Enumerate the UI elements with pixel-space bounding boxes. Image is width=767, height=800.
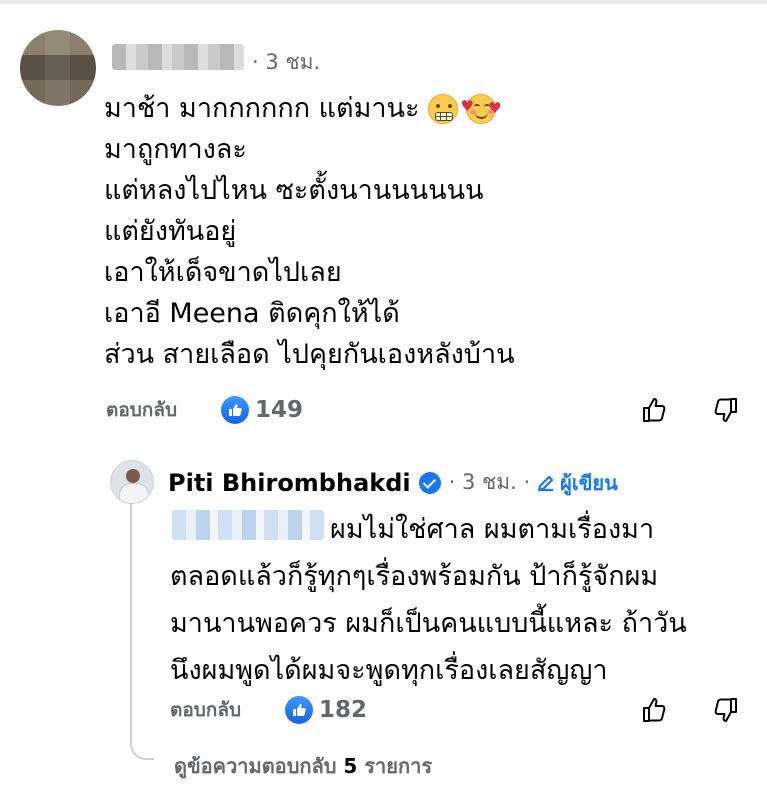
like-reaction-icon[interactable] (221, 396, 250, 424)
thumbs-down-icon[interactable] (710, 695, 740, 725)
comment-line: แต่หลงไปไหน ซะตั้งนานนนนนน (104, 170, 515, 211)
reply-body: ผมไม่ใช่ศาล ผมตามเรื่องมา ตลอดแล้วก็รู้ท… (170, 506, 687, 694)
comment-line: ส่วน สายเลือด ไปคุยกันเองหลังบ้าน (104, 334, 515, 375)
comment-line: แต่ยังทันอยู่ (104, 211, 515, 252)
view-replies-text: ดูข้อความตอบกลับ (174, 754, 344, 778)
author-badge-label: ผู้เขียน (560, 470, 618, 495)
smiling-face-with-hearts-icon (461, 86, 502, 129)
reply-header: Piti Bhirombhakdi · 3 ชม. · ผู้เขียน (168, 466, 618, 499)
author-name[interactable]: Piti Bhirombhakdi (168, 469, 411, 497)
comment-text: ส่วน สายเลือด ไปคุยกันเองหลังบ้าน (104, 339, 515, 370)
comment-text: เอาให้เด็จขาดไปเลย (104, 257, 342, 288)
reply-button[interactable]: ตอบกลับ (106, 395, 177, 425)
reply-line: ผมไม่ใช่ศาล ผมตามเรื่องมา (330, 514, 655, 545)
like-reaction-icon[interactable] (285, 696, 314, 724)
comment-line: มาถูกทางละ (104, 129, 515, 170)
reply-line: มานานพอควร ผมก็เป็นคนแบบนี้แหละ ถ้าวัน (170, 608, 687, 639)
comment-text: แต่หลงไปไหน ซะตั้งนานนนนนน (104, 175, 484, 206)
thumbs-up-icon[interactable] (640, 695, 670, 725)
comment-text: แต่ยังทันอยู่ (104, 216, 237, 247)
commenter-name-blurred[interactable] (112, 44, 244, 70)
thumbs-up-icon[interactable] (640, 395, 670, 425)
author-avatar[interactable] (110, 460, 154, 504)
reply-line: ตลอดแล้วก็รู้ทุกๆเรื่องพร้อมกัน ป้าก็รู้… (170, 561, 659, 592)
pencil-icon (538, 475, 554, 491)
comment-line: มาช้า มากกกกกก แต่มานะ (104, 86, 515, 129)
thumbs-down-icon[interactable] (710, 395, 740, 425)
like-count[interactable]: 149 (255, 397, 303, 423)
reply-line: นึงผมพูดได้ผมจะพูดทุกเรื่องเลยสัญญา (170, 655, 608, 686)
commenter-avatar-blurred[interactable] (20, 30, 96, 106)
verified-badge-icon (418, 471, 441, 494)
comment-timestamp[interactable]: · 3 ชม. (252, 46, 320, 79)
comment-text: มาถูกทางละ (104, 134, 247, 165)
view-more-replies-link[interactable]: ดูข้อความตอบกลับ 5 รายการ (174, 750, 432, 782)
comment-actions: ตอบกลับ 149 (106, 395, 303, 425)
comment-text: เอาอี Meena ติดคุกให้ได้ (104, 298, 400, 329)
like-count[interactable]: 182 (319, 697, 367, 723)
reply-actions: ตอบกลับ 182 (170, 695, 367, 725)
comment-body: มาช้า มากกกกกก แต่มานะ มาถูกทางละ แต่หลง… (104, 86, 515, 375)
author-badge: ผู้เขียน (536, 467, 618, 499)
replies-count: 5 (343, 754, 358, 778)
reply-timestamp[interactable]: · 3 ชม. · (449, 466, 531, 499)
comment-line: เอาให้เด็จขาดไปเลย (104, 252, 515, 293)
comment-line: เอาอี Meena ติดคุกให้ได้ (104, 293, 515, 334)
reply-button[interactable]: ตอบกลับ (170, 695, 241, 725)
reply-thread-line (130, 500, 154, 760)
grimacing-face-icon (427, 93, 458, 124)
top-divider (0, 0, 767, 4)
view-replies-suffix: รายการ (357, 754, 433, 778)
comment-text: มาช้า มากกกกกก แต่มานะ (104, 93, 420, 124)
